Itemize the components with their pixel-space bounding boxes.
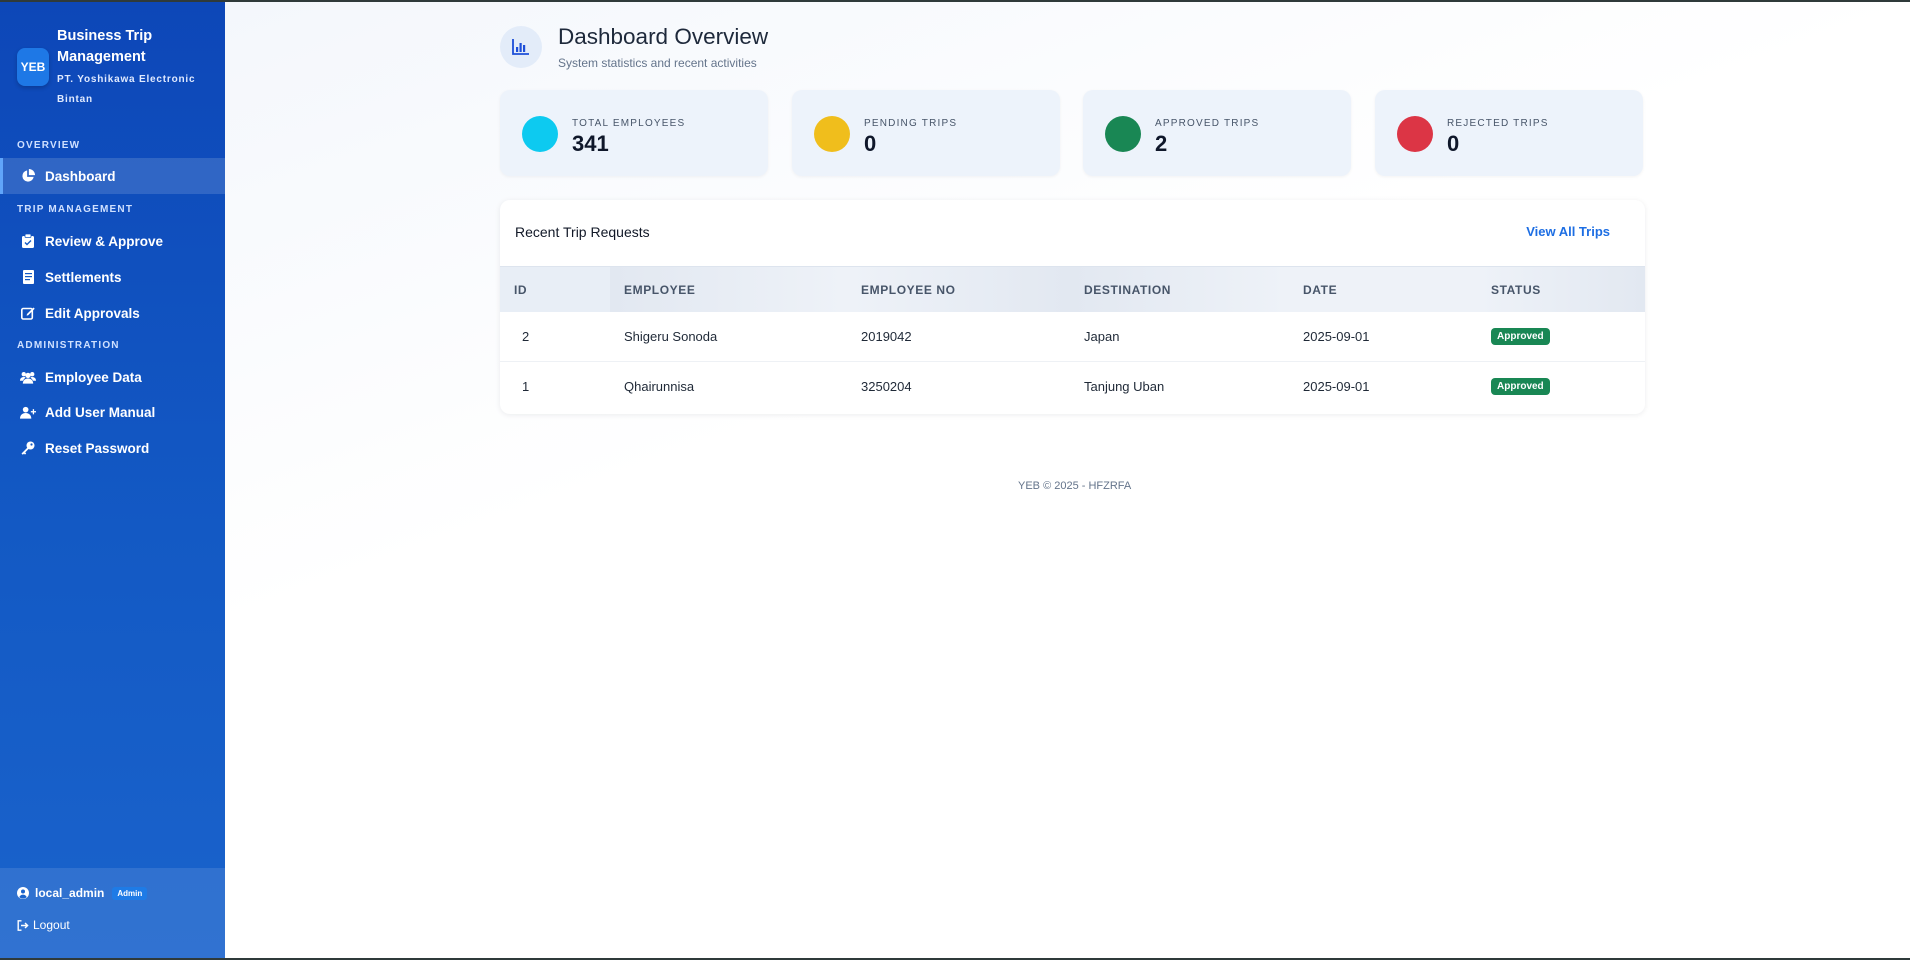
cell-destination: Tanjung Uban — [1084, 378, 1165, 394]
stat-label: TOTAL EMPLOYEES — [572, 118, 686, 129]
sidebar-item-add-user-manual[interactable]: Add User Manual — [0, 394, 225, 430]
stat-card-total-employees: TOTAL EMPLOYEES 341 — [500, 90, 768, 176]
clipboard-icon — [20, 234, 36, 248]
users-icon — [20, 371, 36, 384]
table-header: ID EMPLOYEE EMPLOYEE NO DESTINATION DATE… — [500, 266, 1645, 312]
cell-destination: Japan — [1084, 328, 1120, 344]
sidebar-item-settlements[interactable]: Settlements — [0, 259, 225, 295]
brand-logo: YEB — [17, 48, 49, 86]
user-circle-icon — [17, 887, 29, 899]
view-all-trips-link[interactable]: View All Trips — [1526, 224, 1610, 239]
column-header-status: STATUS — [1477, 267, 1645, 312]
recent-trips-card: Recent Trip Requests View All Trips ID E… — [500, 200, 1645, 414]
sidebar-item-label: Settlements — [45, 269, 122, 285]
cell-status: Approved — [1477, 361, 1550, 411]
page-subtitle: System statistics and recent activities — [558, 56, 757, 70]
status-badge: Approved — [1491, 377, 1550, 395]
section-trip-management: TRIP MANAGEMENT — [17, 204, 134, 215]
sidebar-item-label: Review & Approve — [45, 233, 164, 249]
sidebar: YEB Business Trip Management PT. Yoshika… — [0, 2, 228, 960]
main-content: Dashboard Overview System statistics and… — [225, 2, 1910, 958]
sidebar-item-review-approve[interactable]: Review & Approve — [0, 223, 225, 259]
user-panel: local_admin Admin Logout — [0, 868, 225, 960]
column-header-destination: DESTINATION — [1070, 267, 1289, 312]
cell-employee-no: 3250204 — [861, 378, 912, 394]
cell-date: 2025-09-01 — [1303, 328, 1370, 344]
stat-card-approved-trips: APPROVED TRIPS 2 — [1083, 90, 1351, 176]
stat-label: APPROVED TRIPS — [1155, 118, 1260, 129]
stat-icon-circle — [1105, 116, 1141, 152]
cell-id: 2 — [522, 328, 530, 344]
sign-out-icon — [17, 919, 29, 931]
column-header-date: DATE — [1289, 267, 1477, 312]
section-administration: ADMINISTRATION — [17, 340, 120, 351]
user-plus-icon — [20, 406, 36, 419]
username: local_admin — [35, 886, 105, 900]
role-badge: Admin — [112, 886, 148, 900]
brand-subtitle: PT. Yoshikawa Electronic Bintan — [57, 74, 196, 105]
sidebar-item-label: Employee Data — [45, 369, 142, 385]
column-header-employee-no: EMPLOYEE NO — [847, 267, 1070, 312]
stat-card-rejected-trips: REJECTED TRIPS 0 — [1375, 90, 1643, 176]
sidebar-item-employee-data[interactable]: Employee Data — [0, 359, 225, 395]
sidebar-item-reset-password[interactable]: Reset Password — [0, 430, 225, 466]
table-row[interactable]: 2 Shigeru Sonoda 2019042 Japan 2025-09-0… — [500, 311, 1645, 362]
receipt-icon — [20, 270, 36, 284]
status-badge: Approved — [1491, 327, 1550, 345]
cell-status: Approved — [1477, 311, 1550, 361]
stat-value: 0 — [864, 131, 877, 156]
stat-value: 2 — [1155, 131, 1168, 156]
logout-label: Logout — [33, 918, 70, 932]
card-title: Recent Trip Requests — [515, 224, 650, 240]
stat-label: REJECTED TRIPS — [1447, 118, 1549, 129]
cell-id: 1 — [522, 378, 530, 394]
sidebar-item-label: Dashboard — [45, 168, 116, 184]
key-icon — [20, 441, 36, 455]
brand-title: Business Trip Management — [57, 28, 153, 65]
sidebar-item-label: Add User Manual — [45, 404, 156, 420]
edit-icon — [20, 306, 36, 320]
section-overview: OVERVIEW — [17, 140, 81, 151]
user-info: local_admin Admin — [17, 886, 148, 900]
chart-pie-icon — [20, 169, 36, 183]
footer-text: YEB © 2025 - HFZRFA — [1018, 480, 1132, 492]
table-row[interactable]: 1 Qhairunnisa 3250204 Tanjung Uban 2025-… — [500, 361, 1645, 411]
cell-employee: Shigeru Sonoda — [624, 328, 718, 344]
column-header-id: ID — [500, 267, 610, 312]
stat-icon-circle — [1397, 116, 1433, 152]
stat-card-pending-trips: PENDING TRIPS 0 — [792, 90, 1060, 176]
cell-employee-no: 2019042 — [861, 328, 912, 344]
page-title: Dashboard Overview — [558, 24, 769, 49]
stat-icon-circle — [522, 116, 558, 152]
stat-icon-circle — [814, 116, 850, 152]
sidebar-item-dashboard[interactable]: Dashboard — [0, 158, 228, 194]
sidebar-item-edit-approvals[interactable]: Edit Approvals — [0, 295, 225, 331]
stat-label: PENDING TRIPS — [864, 118, 958, 129]
cell-employee: Qhairunnisa — [624, 378, 695, 394]
column-header-employee: EMPLOYEE — [610, 267, 847, 312]
logout-link[interactable]: Logout — [17, 918, 70, 932]
chart-bar-icon — [500, 26, 542, 68]
sidebar-item-label: Edit Approvals — [45, 305, 140, 321]
sidebar-item-label: Reset Password — [45, 440, 150, 456]
cell-date: 2025-09-01 — [1303, 378, 1370, 394]
stat-value: 0 — [1447, 131, 1460, 156]
stat-value: 341 — [572, 131, 609, 156]
